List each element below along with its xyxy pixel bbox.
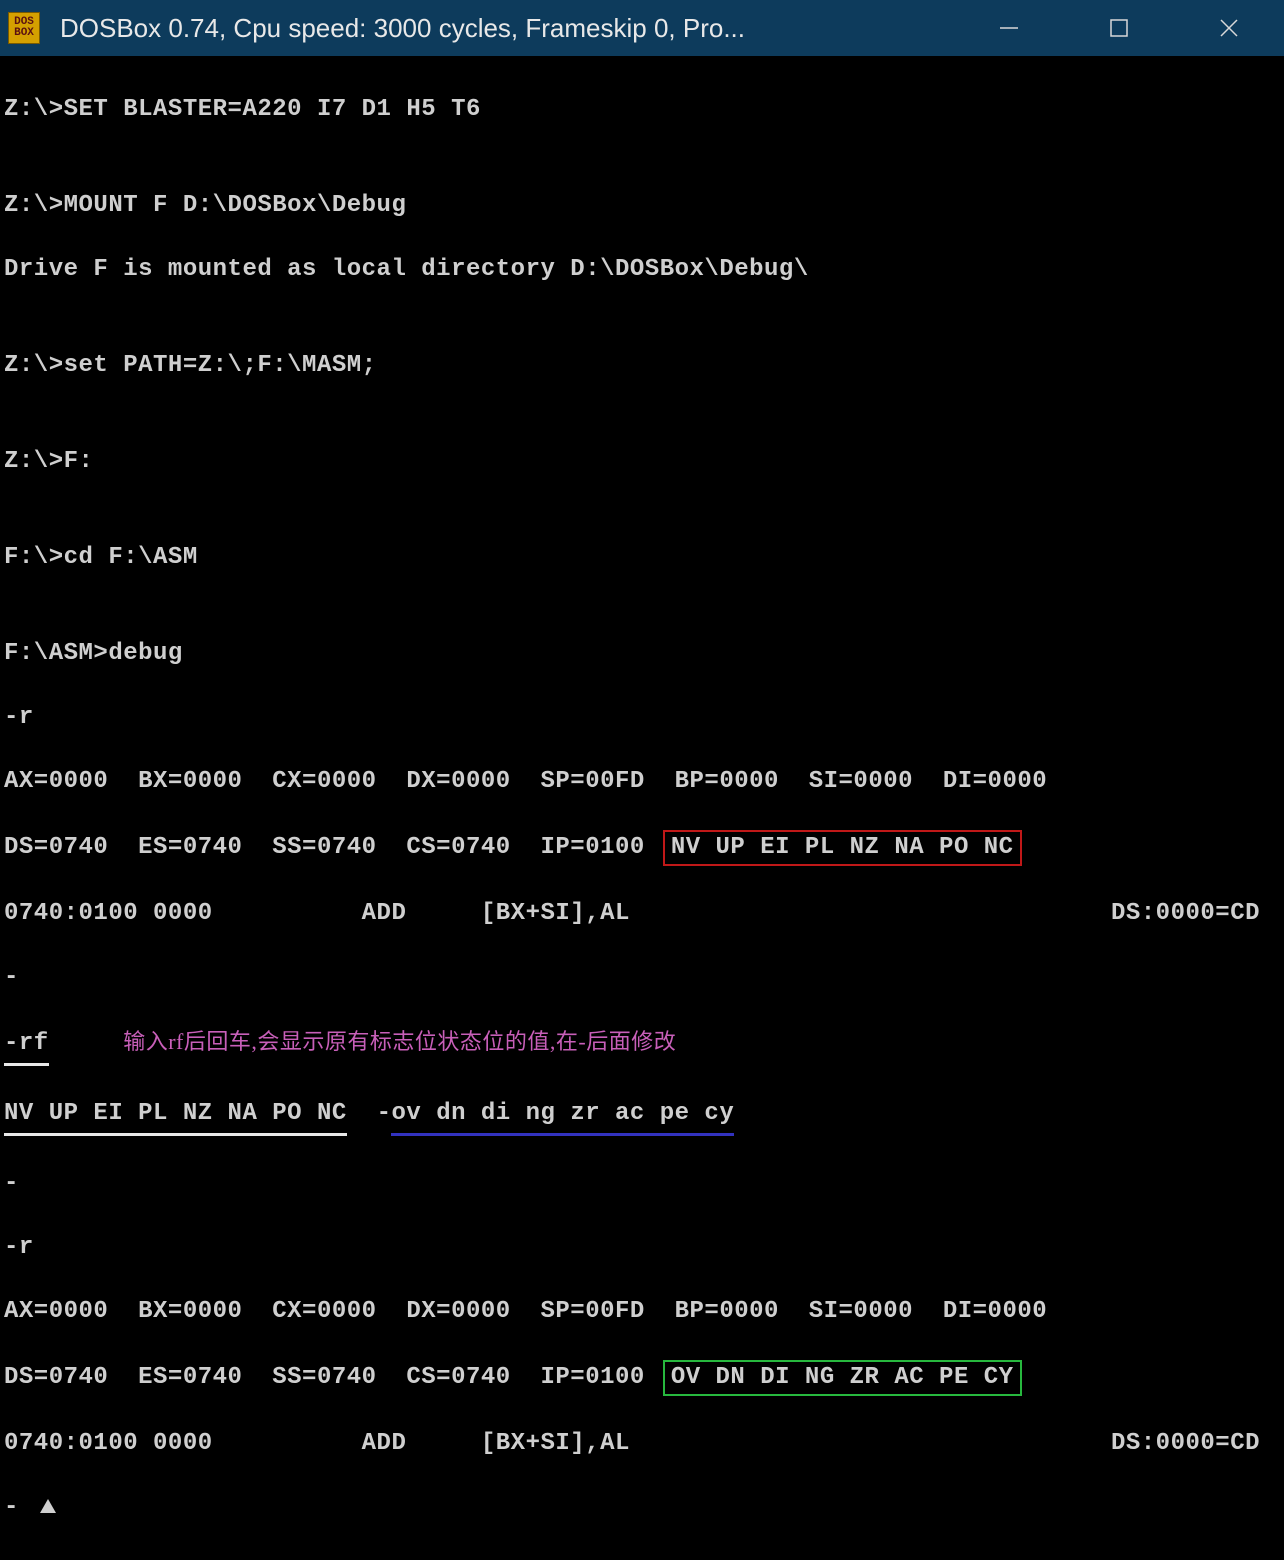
- old-flags: NV UP EI PL NZ NA PO NC: [4, 1098, 347, 1136]
- terminal-line: Z:\>SET BLASTER=A220 I7 D1 H5 T6: [4, 94, 1280, 126]
- close-button[interactable]: [1174, 0, 1284, 56]
- terminal-line: Z:\>set PATH=Z:\;F:\MASM;: [4, 350, 1280, 382]
- disasm-text: 0740:0100 0000 ADD [BX+SI],AL: [4, 900, 630, 927]
- segments-line: DS=0740 ES=0740 SS=0740 CS=0740 IP=0100 N…: [4, 830, 1280, 866]
- rf-line: -rf 输入rf后回车,会显示原有标志位状态位的值,在-后面修改: [4, 1026, 1280, 1066]
- terminal-line: Drive F is mounted as local directory D:…: [4, 254, 1280, 286]
- window-title: DOSBox 0.74, Cpu speed: 3000 cycles, Fra…: [60, 13, 745, 44]
- segments-text: DS=0740 ES=0740 SS=0740 CS=0740 IP=0100: [4, 1364, 645, 1391]
- terminal-line: F:\ASM>debug: [4, 638, 1280, 670]
- terminal-line: F:\>cd F:\ASM: [4, 542, 1280, 574]
- app-icon-bottom: BOX: [14, 28, 34, 39]
- minimize-icon: [998, 17, 1020, 39]
- terminal-line: -r: [4, 1232, 1280, 1264]
- terminal[interactable]: Z:\>SET BLASTER=A220 I7 D1 H5 T6 Z:\>MOU…: [0, 56, 1284, 1560]
- flag-sep: -: [347, 1100, 392, 1127]
- window-controls: [954, 0, 1284, 56]
- registers-line: AX=0000 BX=0000 CX=0000 DX=0000 SP=00FD …: [4, 766, 1280, 798]
- maximize-icon: [1108, 17, 1130, 39]
- cursor-icon: [40, 1499, 56, 1513]
- rf-command: -rf: [4, 1028, 49, 1066]
- disasm-line: 0740:0100 0000 ADD [BX+SI],AL DS:0000=CD: [4, 1428, 1280, 1460]
- titlebar[interactable]: DOS BOX DOSBox 0.74, Cpu speed: 3000 cyc…: [0, 0, 1284, 56]
- flags-before: NV UP EI PL NZ NA PO NC: [663, 830, 1022, 866]
- annotation-text: 输入rf后回车,会显示原有标志位状态位的值,在-后面修改: [123, 1029, 676, 1054]
- flags-after: OV DN DI NG ZR AC PE CY: [663, 1360, 1022, 1396]
- new-flags-input: ov dn di ng zr ac pe cy: [391, 1098, 734, 1136]
- app-icon: DOS BOX: [8, 12, 40, 44]
- mem-ref: DS:0000=CD: [1111, 1428, 1260, 1460]
- maximize-button[interactable]: [1064, 0, 1174, 56]
- close-icon: [1218, 17, 1240, 39]
- terminal-line: Z:\>MOUNT F D:\DOSBox\Debug: [4, 190, 1280, 222]
- disasm-line: 0740:0100 0000 ADD [BX+SI],AL DS:0000=CD: [4, 898, 1280, 930]
- terminal-line: Z:\>F:: [4, 446, 1280, 478]
- segments-text: DS=0740 ES=0740 SS=0740 CS=0740 IP=0100: [4, 834, 645, 861]
- terminal-line: -: [4, 962, 1280, 994]
- mem-ref: DS:0000=CD: [1111, 898, 1260, 930]
- registers-line: AX=0000 BX=0000 CX=0000 DX=0000 SP=00FD …: [4, 1296, 1280, 1328]
- terminal-line: -r: [4, 702, 1280, 734]
- minimize-button[interactable]: [954, 0, 1064, 56]
- disasm-text: 0740:0100 0000 ADD [BX+SI],AL: [4, 1430, 630, 1457]
- terminal-line: -: [4, 1168, 1280, 1200]
- prompt-dash: -: [4, 1494, 34, 1521]
- segments-line: DS=0740 ES=0740 SS=0740 CS=0740 IP=0100 O…: [4, 1360, 1280, 1396]
- flag-edit-line: NV UP EI PL NZ NA PO NC -ov dn di ng zr …: [4, 1098, 1280, 1136]
- prompt-line[interactable]: -: [4, 1492, 1280, 1524]
